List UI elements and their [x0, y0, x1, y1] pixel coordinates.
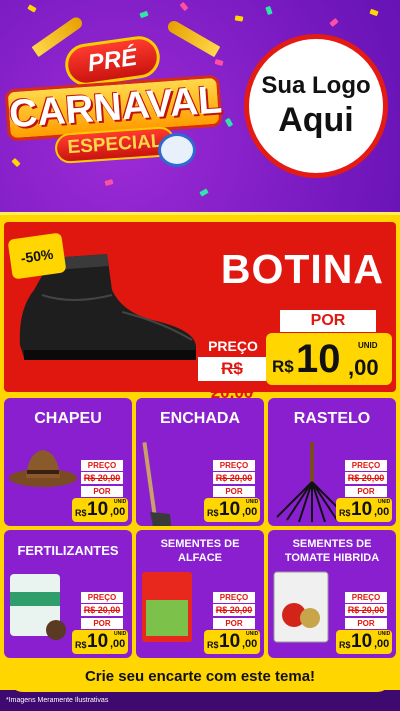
trumpet-icon: [165, 18, 221, 58]
product-card[interactable]: ENCHADA PREÇO R$ 20,00 POR R$ 10 ,00 UNI…: [136, 398, 264, 526]
price-integer: 10: [87, 499, 109, 520]
currency-symbol: R$: [339, 640, 351, 650]
product-price: R$ 10 ,00 UNID: [72, 630, 128, 654]
unit-label: UNID: [114, 631, 127, 637]
currency-symbol: R$: [339, 508, 351, 518]
product-image: [8, 442, 78, 496]
unit-label: UNID: [358, 341, 378, 350]
product-image: [140, 442, 180, 526]
product-name: ENCHADA: [160, 410, 240, 427]
price-decimal: ,00: [374, 638, 390, 650]
product-image: [140, 570, 195, 649]
product-price: R$ 10 ,00 UNID: [336, 630, 392, 654]
product-name: CHAPEU: [34, 410, 102, 427]
product-card[interactable]: RASTELO PREÇO R$ 20,00 POR R$ 10 ,00 UNI…: [268, 398, 396, 526]
unit-label: UNID: [246, 499, 259, 505]
preco-label: PREÇO: [213, 592, 255, 603]
price-integer: 10: [219, 499, 241, 520]
brand-logo-placeholder[interactable]: Sua Logo Aqui: [244, 34, 388, 178]
old-price: R$ 20,00: [81, 604, 123, 616]
product-name: FERTILIZANTES: [17, 543, 119, 558]
product-price: R$ 10 ,00 UNID: [336, 498, 392, 522]
por-label: POR: [213, 486, 255, 497]
hero-preco-label: PREÇO: [200, 336, 266, 356]
currency-symbol: R$: [207, 508, 219, 518]
product-price: R$ 10 ,00 UNID: [204, 630, 260, 654]
unit-label: UNID: [378, 499, 391, 505]
currency-symbol: R$: [272, 357, 294, 376]
old-price: R$ 20,00: [81, 472, 123, 484]
unit-label: UNID: [378, 631, 391, 637]
price-integer: 10: [351, 631, 373, 652]
old-price: R$ 20,00: [213, 472, 255, 484]
old-price: R$ 20,00: [213, 604, 255, 616]
discount-badge: -50%: [7, 232, 67, 280]
price-integer: 10: [219, 631, 241, 652]
cta-banner[interactable]: Crie seu encarte com este tema!: [8, 662, 392, 692]
preco-label: PREÇO: [345, 592, 387, 603]
currency-symbol: R$: [75, 640, 87, 650]
old-price: R$ 20,00: [345, 472, 387, 484]
price-decimal: ,00: [242, 638, 258, 650]
por-label: POR: [213, 618, 255, 629]
product-name: RASTELO: [293, 410, 371, 427]
preco-label: PREÇO: [213, 460, 255, 471]
old-price: R$ 20,00: [345, 604, 387, 616]
hero-por-label: POR: [280, 310, 376, 332]
product-card[interactable]: SEMENTES DE TOMATE HIBRIDA PREÇO R$ 20,0…: [268, 530, 396, 658]
product-name: SEMENTES DE TOMATE HIBRIDA: [284, 538, 380, 564]
por-label: POR: [81, 618, 123, 629]
product-name: SEMENTES DE ALFACE: [160, 538, 240, 564]
product-card[interactable]: SEMENTES DE ALFACE PREÇO R$ 20,00 POR R$…: [136, 530, 264, 658]
price-integer: 10: [87, 631, 109, 652]
price-decimal: ,00: [374, 506, 390, 518]
drum-icon: [158, 133, 196, 167]
unit-label: UNID: [246, 631, 259, 637]
price-integer: 10: [296, 337, 341, 381]
preco-label: PREÇO: [81, 592, 123, 603]
price-decimal: ,00: [348, 355, 379, 380]
price-decimal: ,00: [110, 506, 126, 518]
preco-label: PREÇO: [345, 460, 387, 471]
disclaimer: *Imagens Meramente Ilustrativas: [6, 697, 109, 704]
por-label: POR: [81, 486, 123, 497]
header: PRÉ CARNAVAL ESPECIAL Sua Logo Aqui: [0, 0, 400, 212]
hero-title: BOTINA: [220, 246, 384, 292]
preco-label: PREÇO: [81, 460, 123, 471]
product-image: [8, 570, 68, 644]
product-price: R$ 10 ,00 UNID: [72, 498, 128, 522]
price-decimal: ,00: [242, 506, 258, 518]
product-image: [272, 570, 332, 649]
brand-line-2: Aqui: [278, 101, 354, 139]
por-label: POR: [345, 486, 387, 497]
product-price: R$ 10 ,00 UNID: [204, 498, 260, 522]
product-card[interactable]: CHAPEU PREÇO R$ 20,00 POR R$ 10 ,00 UNID: [4, 398, 132, 526]
hero-price: R$ 10 ,00 UNID: [266, 333, 392, 385]
product-card[interactable]: FERTILIZANTES PREÇO R$ 20,00 POR R$ 10 ,…: [4, 530, 132, 658]
price-decimal: ,00: [110, 638, 126, 650]
unit-label: UNID: [114, 499, 127, 505]
currency-symbol: R$: [75, 508, 87, 518]
price-integer: 10: [351, 499, 373, 520]
hero-old-price: R$ 20,00: [198, 357, 266, 402]
por-label: POR: [345, 618, 387, 629]
currency-symbol: R$: [207, 640, 219, 650]
brand-line-1: Sua Logo: [261, 72, 371, 99]
